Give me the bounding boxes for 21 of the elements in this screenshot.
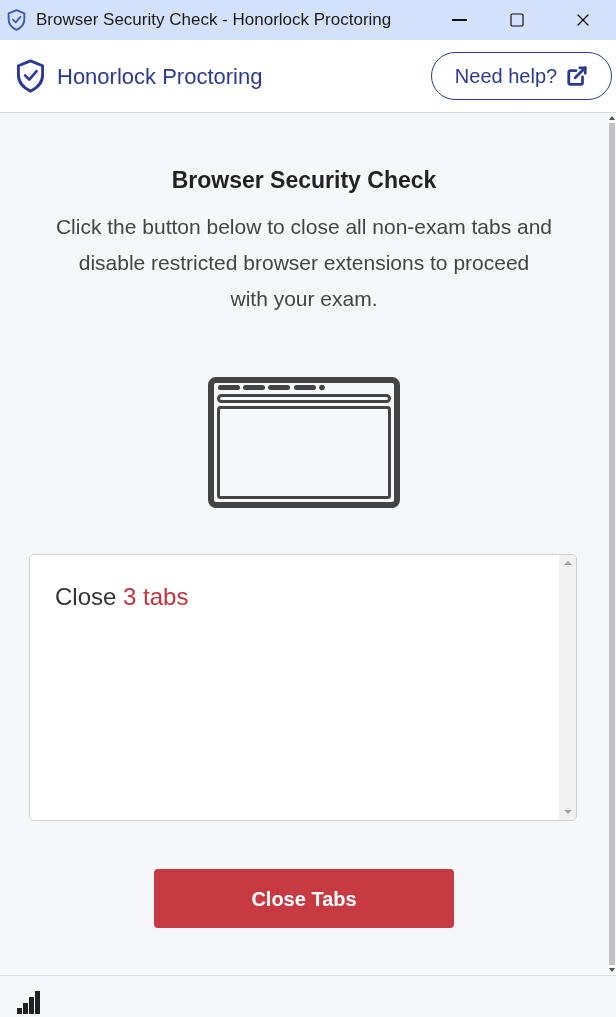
scroll-down-icon bbox=[563, 810, 572, 814]
maximize-icon bbox=[509, 12, 525, 28]
shield-logo-icon bbox=[16, 59, 45, 93]
brand-name: Honorlock Proctoring bbox=[57, 62, 263, 91]
signal-strength-icon bbox=[17, 991, 41, 1014]
shield-icon bbox=[7, 9, 26, 31]
page-heading: Browser Security Check bbox=[171, 166, 437, 194]
instructions-text: Click the button below to close all non-exam tabs and disable restricted browser extensions to proceed with your exam. bbox=[54, 214, 554, 312]
page-scrollbar[interactable] bbox=[608, 113, 616, 975]
external-link-icon bbox=[566, 65, 589, 87]
page-scroll-down-icon bbox=[609, 968, 615, 972]
close-tabs-message: Close 3 tabs bbox=[55, 582, 189, 612]
browser-window-icon bbox=[208, 377, 400, 508]
page-scroll-up-icon bbox=[609, 116, 615, 120]
scrollbar-thumb[interactable] bbox=[609, 123, 615, 965]
close-tabs-button[interactable]: Close Tabs bbox=[154, 869, 454, 928]
scroll-up-icon bbox=[563, 561, 572, 565]
list-scrollbar[interactable] bbox=[559, 555, 576, 820]
window-title: Browser Security Check - Honorlock Proctoring bbox=[36, 9, 392, 32]
help-button[interactable]: Need help? bbox=[431, 52, 612, 100]
minimize-icon bbox=[451, 19, 467, 21]
